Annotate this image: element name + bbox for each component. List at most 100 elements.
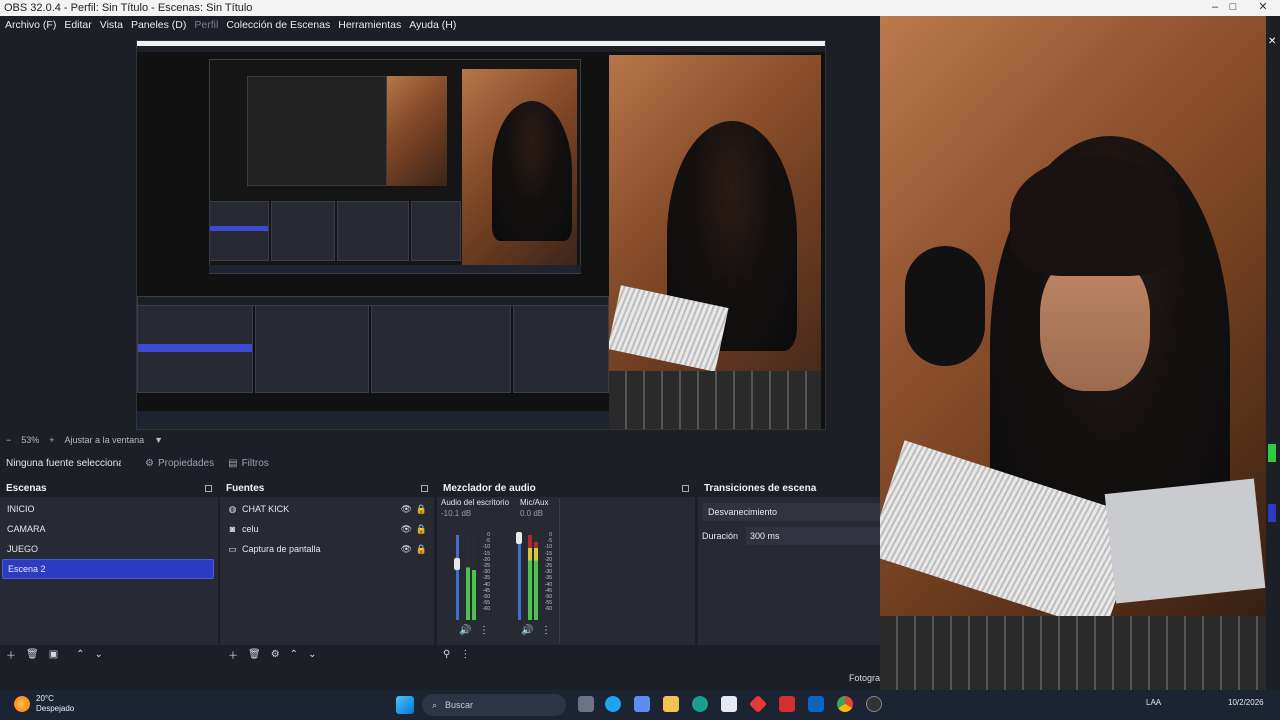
menu-paneles[interactable]: Paneles (D): [131, 19, 186, 31]
undock-icon[interactable]: [682, 485, 689, 492]
trash-icon[interactable]: 🗑: [26, 649, 39, 660]
arrow-up-icon[interactable]: ⌃: [76, 649, 84, 660]
shield-icon[interactable]: [779, 696, 795, 712]
menu-editar[interactable]: Editar: [64, 19, 91, 31]
title-bar: OBS 32.0.4 - Perfil: Sin Título - Escena…: [0, 0, 1280, 16]
add-icon[interactable]: ＋: [6, 647, 16, 662]
scene-item-juego[interactable]: JUEGO: [0, 539, 218, 559]
window-title: OBS 32.0.4 - Perfil: Sin Título - Escena…: [4, 2, 253, 14]
gear-icon: ⚙: [145, 457, 154, 469]
preview-transitions-dock: [513, 305, 609, 393]
source-item-captura[interactable]: ▭ Captura de pantalla 👁 🔒: [220, 539, 434, 559]
fader-track-mic[interactable]: [518, 535, 521, 620]
properties-button[interactable]: ⚙ Propiedades: [145, 458, 214, 469]
scene-item-escena-2[interactable]: Escena 2: [2, 559, 214, 579]
filters-button[interactable]: ▤ Filtros: [228, 458, 269, 469]
clock-date[interactable]: 10/2/2026: [1228, 698, 1264, 707]
preview-area[interactable]: [0, 33, 880, 431]
level-meter: [472, 535, 476, 620]
mixer-channel-mic: Mic/Aux 0.0 dB: [520, 498, 580, 518]
webcam-view: [880, 16, 1266, 690]
gear-icon[interactable]: ⚙: [271, 649, 280, 660]
meter-tick-label: -60: [544, 606, 552, 613]
arrow-up-icon[interactable]: ⌃: [290, 649, 298, 660]
eye-icon[interactable]: 👁: [401, 524, 412, 535]
nested-person: [492, 101, 572, 241]
search-icon: ⌕: [432, 699, 438, 710]
zoom-in-button[interactable]: +: [49, 435, 54, 445]
scene-item-inicio[interactable]: INICIO: [0, 499, 218, 519]
fader-track-desktop[interactable]: [456, 535, 459, 620]
obs-icon[interactable]: [866, 696, 882, 712]
microphone: [905, 246, 985, 366]
zoom-out-button[interactable]: −: [6, 435, 11, 445]
channel-name: Audio del escritorio: [441, 498, 510, 507]
lock-icon[interactable]: 🔒: [416, 524, 427, 535]
app-icon[interactable]: [634, 696, 650, 712]
add-icon[interactable]: ＋: [228, 647, 238, 662]
edge-icon[interactable]: [692, 696, 708, 712]
arrow-down-icon[interactable]: ⌄: [95, 649, 103, 660]
eye-icon[interactable]: 👁: [401, 504, 412, 515]
status-bar: Fotogra: [0, 665, 880, 690]
start-icon[interactable]: [396, 696, 414, 714]
more-icon[interactable]: ⋮: [460, 649, 470, 660]
zoom-fit-label[interactable]: Ajustar a la ventana: [65, 435, 145, 445]
audio-mixer-dock: Mezclador de audio Audio del escritorio …: [437, 480, 695, 645]
outlook-icon[interactable]: [808, 696, 824, 712]
channel-name: Mic/Aux: [520, 498, 549, 507]
source-item-chat-kick[interactable]: ◍ CHAT KICK 👁 🔒: [220, 499, 434, 519]
eye-icon[interactable]: 👁: [401, 544, 412, 555]
transition-select[interactable]: Desvanecimiento: [703, 503, 880, 521]
chrome-icon[interactable]: [837, 696, 853, 712]
program-preview[interactable]: [136, 40, 826, 430]
arrow-down-icon[interactable]: ⌄: [308, 649, 316, 660]
lock-icon[interactable]: 🔒: [416, 504, 427, 515]
hair: [1010, 156, 1180, 276]
camera-icon: ◙: [229, 524, 236, 534]
source-toolbar: Ninguna fuente seleccionada ⚙ Propiedade…: [0, 449, 880, 477]
copilot-icon[interactable]: [605, 696, 621, 712]
scene-item-camara[interactable]: CAMARA: [0, 519, 218, 539]
mixer-divider: [559, 498, 560, 643]
more-icon[interactable]: ⋮: [541, 625, 551, 636]
weather-widget[interactable]: 20°C Despejado: [14, 694, 74, 714]
file-explorer-icon[interactable]: [663, 696, 679, 712]
trash-icon[interactable]: 🗑: [248, 649, 261, 660]
close-icon[interactable]: ✕: [1268, 36, 1276, 47]
task-view-icon[interactable]: [578, 696, 594, 712]
more-icon[interactable]: ⋮: [479, 625, 489, 636]
taskbar: 20°C Despejado ⌕ Buscar LAA 10/2/2026: [0, 690, 1280, 720]
filter-icon[interactable]: ▣: [49, 649, 58, 660]
fader-knob-desktop[interactable]: [454, 558, 460, 570]
menu-herramientas[interactable]: Herramientas: [338, 19, 401, 31]
menu-vista[interactable]: Vista: [100, 19, 123, 31]
speaker-icon[interactable]: 🔊: [459, 625, 471, 636]
chevron-down-icon[interactable]: ▼: [154, 435, 163, 445]
nested-mixer-dock: [337, 201, 409, 261]
store-icon[interactable]: [721, 696, 737, 712]
taskbar-search[interactable]: ⌕ Buscar: [422, 694, 566, 716]
speaker-icon[interactable]: 🔊: [521, 625, 533, 636]
green-indicator: [1268, 444, 1276, 462]
menu-archivo[interactable]: Archivo (F): [5, 19, 56, 31]
menu-perfil[interactable]: Perfil: [194, 19, 218, 31]
close-button[interactable]: ✕: [1240, 0, 1280, 16]
menu-coleccion-escenas[interactable]: Colección de Escenas: [226, 19, 330, 31]
language-indicator[interactable]: LAA: [1146, 698, 1161, 707]
undock-icon[interactable]: [421, 485, 428, 492]
lock-icon[interactable]: 🔒: [416, 544, 427, 555]
tissue-pack: [1104, 478, 1266, 604]
duration-input[interactable]: 300 ms: [746, 527, 880, 545]
app-red-icon[interactable]: [748, 694, 768, 714]
sources-title: Fuentes: [226, 483, 265, 494]
menu-bar: Archivo (F) Editar Vista Paneles (D) Per…: [0, 16, 880, 33]
menu-ayuda[interactable]: Ayuda (H): [409, 19, 456, 31]
scenes-header: Escenas: [0, 480, 218, 497]
source-item-celu[interactable]: ◙ celu 👁 🔒: [220, 519, 434, 539]
advanced-audio-icon[interactable]: ⚲: [443, 649, 450, 660]
level-meter: [466, 535, 470, 620]
fader-knob-mic[interactable]: [516, 532, 522, 544]
nested-menubar: [137, 46, 825, 52]
undock-icon[interactable]: [205, 485, 212, 492]
